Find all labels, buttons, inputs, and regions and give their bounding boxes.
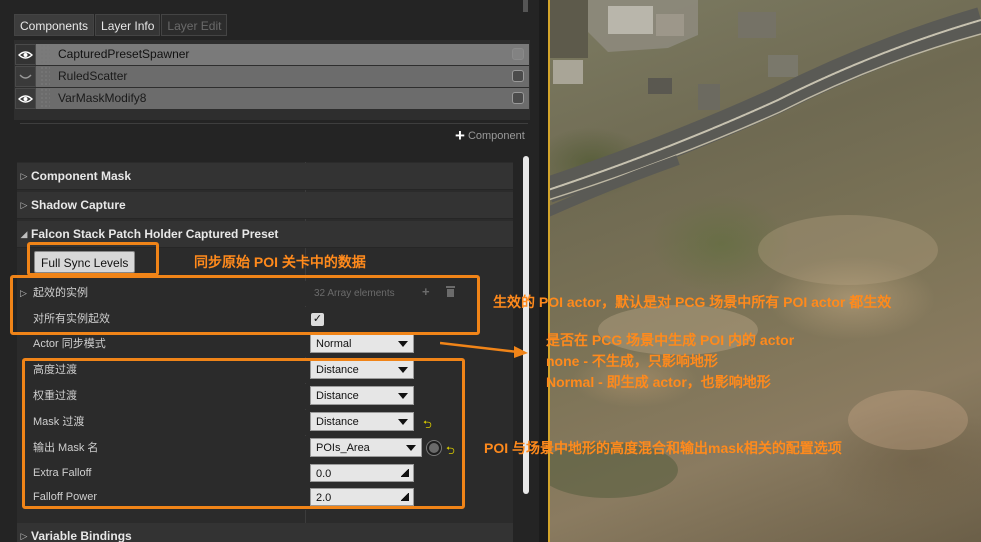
- plus-icon: +: [455, 126, 465, 145]
- section-title: Falcon Stack Patch Holder Captured Prese…: [31, 227, 279, 241]
- panel-resize-grip[interactable]: [523, 0, 528, 12]
- panel-edge: [539, 0, 548, 542]
- layer-label: RuledScatter: [58, 69, 128, 83]
- prop-label: Actor 同步模式: [33, 338, 106, 350]
- annotation-effective-note: 生效的 POI actor，默认是对 PCG 场景中所有 POI actor 都…: [493, 294, 892, 310]
- annotation-generate-note-3: Normal - 即生成 actor，也影响地形: [546, 374, 771, 390]
- annotation-sync-note: 同步原始 POI 关卡中的数据: [194, 254, 366, 270]
- add-component-label: Component: [467, 130, 525, 142]
- 3d-viewport[interactable]: [548, 0, 981, 542]
- layer-state-indicator[interactable]: [512, 92, 524, 104]
- section-title: Shadow Capture: [31, 198, 126, 212]
- layer-label: CapturedPresetSpawner: [58, 47, 190, 61]
- layer-state-indicator[interactable]: [512, 48, 524, 60]
- annotation-generate-note-2: none - 不生成，只影响地形: [546, 353, 718, 369]
- layer-state-indicator[interactable]: [512, 70, 524, 82]
- viewport-border: [548, 0, 550, 542]
- annotation-generate-note-1: 是否在 PCG 场景中生成 POI 内的 actor: [546, 332, 795, 348]
- drag-handle-icon[interactable]: [40, 44, 50, 65]
- add-component-button[interactable]: + Component: [455, 126, 525, 145]
- tab-layer-edit[interactable]: Layer Edit: [161, 14, 228, 36]
- section-title: Component Mask: [31, 169, 132, 183]
- drag-handle-icon[interactable]: [40, 66, 50, 87]
- section-shadow-capture[interactable]: ▷ Shadow Capture: [17, 192, 513, 219]
- layer-row[interactable]: VarMaskModify8: [15, 88, 529, 109]
- terrain-scene: [548, 0, 981, 498]
- expand-arrow-icon: ▷: [20, 170, 28, 181]
- eye-icon[interactable]: [15, 44, 36, 65]
- layer-list: CapturedPresetSpawner RuledScatter VarMa…: [15, 44, 529, 110]
- expand-arrow-icon: ▷: [20, 199, 28, 210]
- collapse-arrow-icon: ◢: [20, 228, 28, 239]
- actor-sync-mode-dropdown[interactable]: Normal: [310, 334, 414, 353]
- section-component-mask[interactable]: ▷ Component Mask: [17, 163, 513, 190]
- prop-actor-sync-mode: Actor 同步模式: [17, 332, 513, 357]
- divider: [20, 123, 528, 124]
- eye-icon[interactable]: [15, 88, 36, 109]
- layer-row[interactable]: CapturedPresetSpawner: [15, 44, 529, 65]
- panel-tabs: Components Layer Info Layer Edit: [14, 14, 228, 36]
- annotation-box-mask: [22, 358, 465, 509]
- chevron-down-icon: [398, 341, 408, 347]
- annotation-box-effective: [10, 275, 480, 335]
- eye-closed-icon[interactable]: [15, 66, 36, 87]
- drag-handle-icon[interactable]: [40, 88, 50, 109]
- tab-layer-info[interactable]: Layer Info: [95, 14, 161, 36]
- layer-row[interactable]: RuledScatter: [15, 66, 529, 87]
- dropdown-value: Normal: [316, 338, 352, 350]
- annotation-mask-note: POI 与场景中地形的高度混合和输出mask相关的配置选项: [484, 440, 842, 456]
- tab-components[interactable]: Components: [14, 14, 95, 36]
- annotation-box-sync: [27, 242, 159, 276]
- expand-arrow-icon: ▷: [20, 530, 28, 541]
- section-title: Variable Bindings: [31, 529, 132, 542]
- section-variable-bindings[interactable]: ▷ Variable Bindings: [17, 523, 513, 542]
- layer-label: VarMaskModify8: [58, 91, 147, 105]
